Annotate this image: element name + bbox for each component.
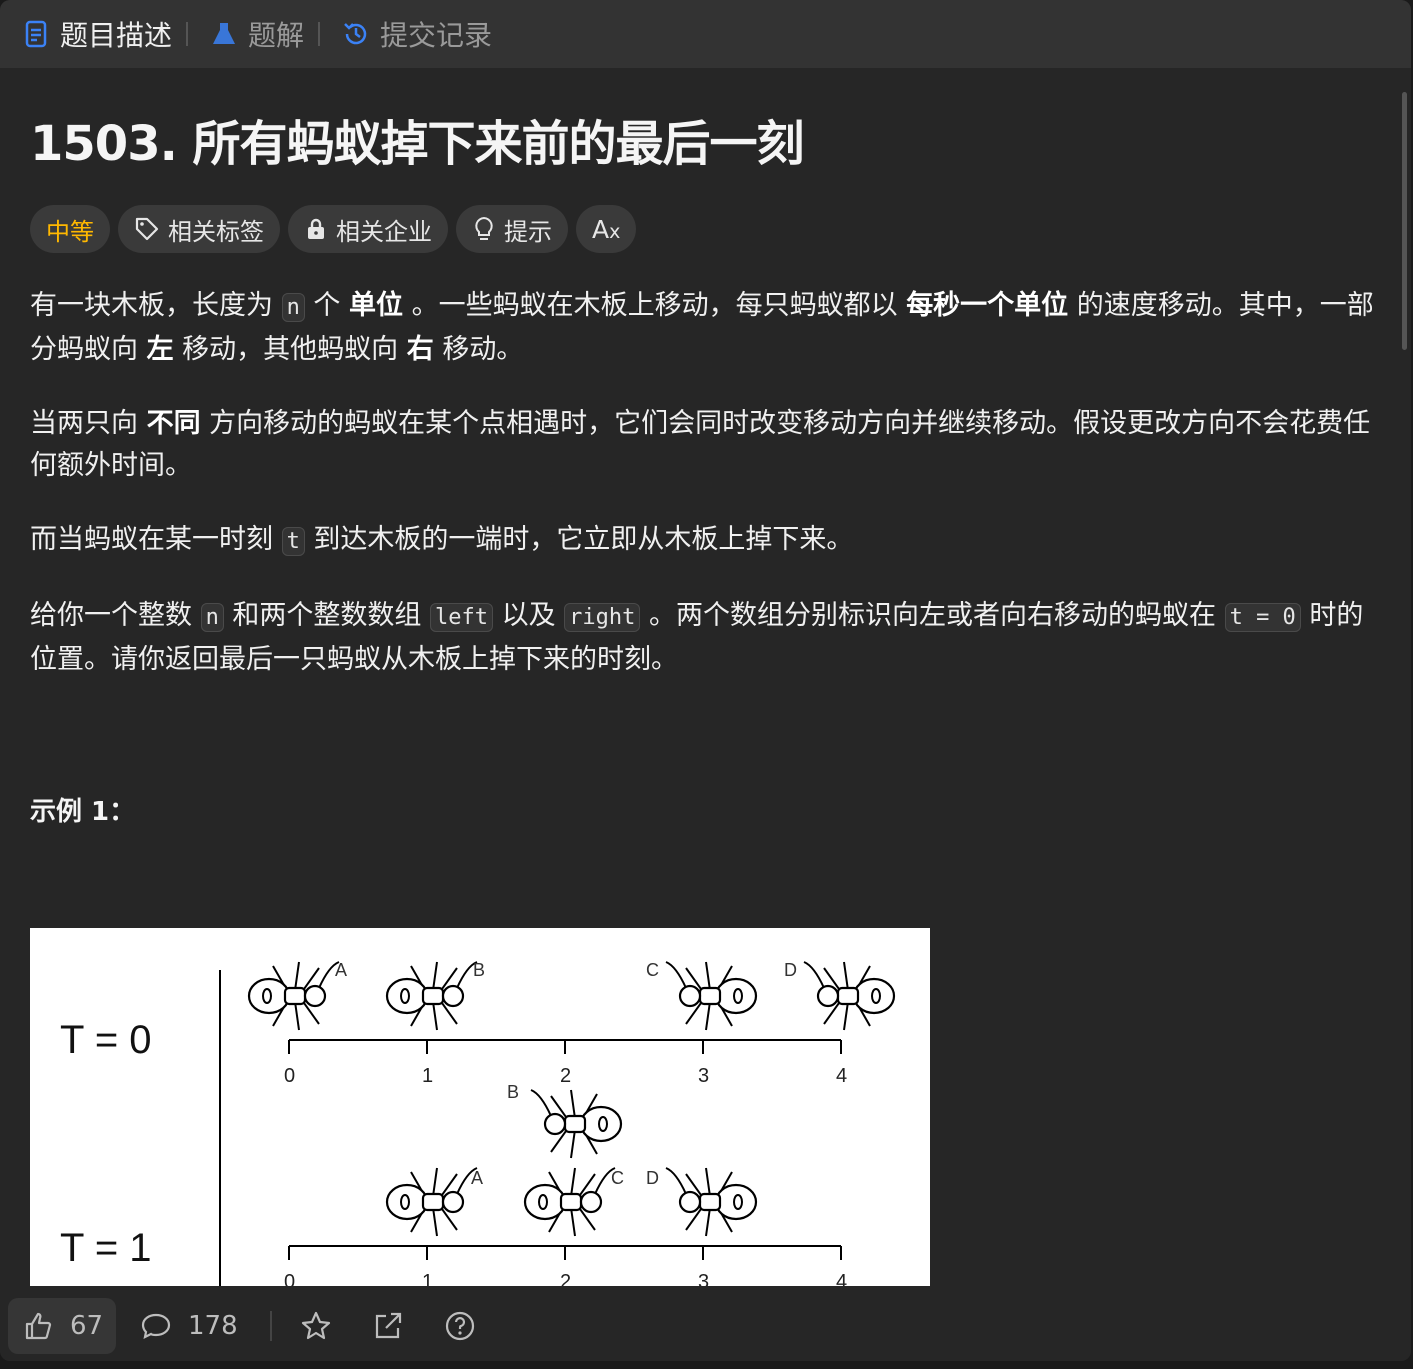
description-paragraph: 而当蚂蚁在某一时刻 t 到达木板的一端时，它立即从木板上掉下来。 <box>30 524 854 556</box>
inline-code: left <box>430 603 493 632</box>
scrollbar[interactable] <box>1402 92 1407 350</box>
tick-label: 2 <box>560 1065 571 1087</box>
tag-label: 提示 <box>504 217 552 246</box>
ant-figure: C <box>523 1167 624 1237</box>
ant-figure: A <box>385 1167 483 1237</box>
tick-label: 1 <box>422 1271 433 1286</box>
tick-label: 3 <box>698 1271 709 1286</box>
tab-label: 题解 <box>248 19 305 52</box>
ant-label: C <box>611 1168 624 1188</box>
ant-figure: A <box>247 960 347 1031</box>
share-icon <box>375 1312 401 1338</box>
tag-row: 中等 相关标签 相关企业 提示 Ax <box>30 205 1375 253</box>
ant-label: D <box>646 1168 659 1188</box>
ant-figure: D <box>784 960 896 1031</box>
favorite-button[interactable] <box>300 1310 332 1342</box>
tab-submissions[interactable]: 提交记录 <box>320 0 506 68</box>
tick-label: 3 <box>698 1065 709 1087</box>
description-paragraph: 给你一个整数 n 和两个整数数组 left 以及 right 。两个数组分别标识… <box>30 600 1364 675</box>
inline-code: n <box>281 293 305 322</box>
description-paragraph: 有一块木板，长度为 n 个 单位 。一些蚂蚁在木板上移动，每只蚂蚁都以 每秒一个… <box>30 290 1374 365</box>
tick-label: 4 <box>836 1271 847 1286</box>
ant-label: B <box>473 960 485 980</box>
tab-bar: 题目描述 题解 提交记录 <box>0 0 1411 68</box>
comment-icon <box>141 1313 171 1339</box>
tab-label: 提交记录 <box>380 19 493 52</box>
toolbar-divider <box>269 1310 272 1341</box>
lightbulb-icon <box>475 216 493 240</box>
flask-icon <box>210 20 238 48</box>
help-button[interactable] <box>444 1310 476 1342</box>
ant-label: B <box>507 1082 519 1102</box>
inline-code: n <box>200 603 224 632</box>
related-tags-button[interactable]: 相关标签 <box>118 205 280 253</box>
tab-label: 题目描述 <box>60 19 173 52</box>
problem-content: 1503. 所有蚂蚁掉下来前的最后一刻 中等 相关标签 相关企业 提示 Ax 有… <box>30 68 1375 828</box>
share-button[interactable] <box>372 1310 404 1342</box>
lock-icon <box>308 218 324 239</box>
tab-solutions[interactable]: 题解 <box>188 0 318 68</box>
ant-label: D <box>784 960 797 980</box>
bottom-toolbar: 67 178 <box>0 1290 1411 1361</box>
help-icon <box>445 1311 474 1340</box>
tag-label: 相关标签 <box>168 217 264 246</box>
ant-figure: D <box>646 1167 758 1237</box>
inline-code: t = 0 <box>1224 603 1301 632</box>
ant-figure: C <box>646 960 758 1031</box>
tick-label: 0 <box>284 1065 295 1087</box>
like-button[interactable]: 67 <box>8 1297 116 1354</box>
translate-icon: A <box>592 214 610 244</box>
translate-button[interactable]: Ax <box>576 205 637 253</box>
thumbs-up-icon <box>25 1312 52 1339</box>
document-icon <box>22 20 50 48</box>
tick-label: 4 <box>836 1065 847 1087</box>
comments-button[interactable]: 178 <box>140 1311 238 1341</box>
comment-count: 178 <box>188 1310 238 1341</box>
tag-label: 相关企业 <box>336 217 432 246</box>
page-title: 1503. 所有蚂蚁掉下来前的最后一刻 <box>30 116 805 172</box>
ant-label: C <box>646 960 659 980</box>
ant-figure: B <box>507 1082 623 1159</box>
history-icon <box>342 20 370 48</box>
description-paragraph: 当两只向 不同 方向移动的蚂蚁在某个点相遇时，它们会同时改变移动方向并继续移动。… <box>30 408 1371 481</box>
problem-panel: 题目描述 题解 提交记录 1503. 所有蚂蚁掉下来前的最后一刻 中等 相关标签 <box>0 0 1411 1361</box>
inline-code: right <box>564 603 641 632</box>
star-icon <box>301 1311 330 1339</box>
tick-label: 2 <box>560 1271 571 1286</box>
ant-label: A <box>335 960 347 980</box>
ant-label: A <box>471 1168 483 1188</box>
tick-label: 0 <box>284 1271 295 1286</box>
tag-icon <box>135 217 159 241</box>
time-label-t1: T = 1 <box>60 1226 152 1270</box>
related-companies-button[interactable]: 相关企业 <box>288 205 448 253</box>
difficulty-badge: 中等 <box>30 205 110 253</box>
hint-button[interactable]: 提示 <box>456 205 568 253</box>
time-label-t0: T = 0 <box>60 1018 152 1062</box>
ant-figure: B <box>385 960 485 1031</box>
inline-code: t <box>281 527 305 556</box>
like-count: 67 <box>70 1310 104 1341</box>
tick-label: 1 <box>422 1065 433 1087</box>
example-heading: 示例 1： <box>30 797 136 827</box>
example-figure: T = 0 T = 1 0 1 2 3 4 0 1 2 3 4 A B C D B A C D <box>30 928 930 1286</box>
tab-description[interactable]: 题目描述 <box>0 0 186 68</box>
